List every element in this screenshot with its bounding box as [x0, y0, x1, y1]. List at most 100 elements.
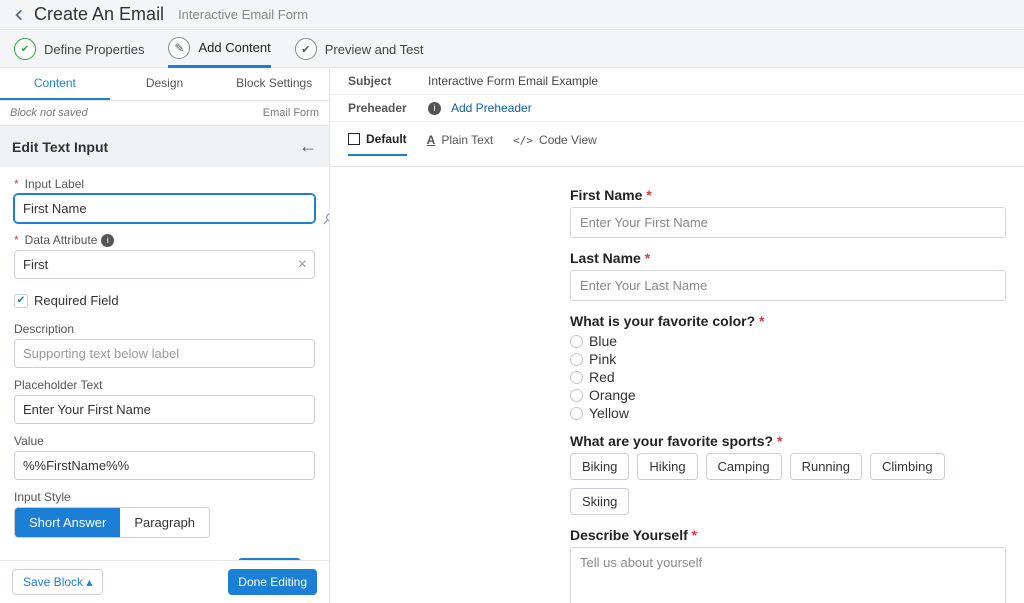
info-icon: i	[428, 102, 441, 115]
right-panel: Subject Interactive Form Email Example P…	[330, 68, 1024, 603]
pill-option[interactable]: Climbing	[870, 453, 945, 480]
block-status-text: Block not saved	[10, 107, 88, 119]
preheader-row: Preheader i Add Preheader	[330, 95, 1024, 122]
field-label: Value	[14, 434, 315, 448]
wizard-step-preview[interactable]: Preview and Test	[295, 38, 424, 66]
done-editing-button[interactable]: Done Editing	[228, 569, 317, 595]
placeholder-text-input[interactable]: Enter Your First Name	[14, 395, 315, 424]
wizard-steps: Define Properties Add Content Preview an…	[0, 30, 1024, 68]
block-type-label: Email Form	[263, 107, 319, 119]
page-title: Create An Email	[34, 4, 164, 25]
panel-header: Edit Text Input ←	[0, 126, 329, 167]
pill-option[interactable]: Running	[790, 453, 862, 480]
field-placeholder-text: Placeholder Text Enter Your First Name	[14, 378, 315, 424]
field-label: Description	[14, 322, 315, 336]
required-field-row[interactable]: ✔ Required Field	[14, 289, 315, 312]
text-icon: A	[427, 133, 436, 147]
field-description: Description Supporting text below label	[14, 322, 315, 368]
required-field-label: Required Field	[34, 293, 119, 308]
pill-option[interactable]: Hiking	[637, 453, 697, 480]
save-block-button[interactable]: Save Block ▴	[12, 569, 103, 595]
subject-value[interactable]: Interactive Form Email Example	[428, 74, 598, 88]
preview-label: What are your favorite sports? *	[570, 433, 1006, 449]
field-label: Placeholder Text	[14, 378, 315, 392]
left-panel: Content Design Block Settings Block not …	[0, 68, 330, 603]
info-icon: i	[101, 234, 114, 247]
radio-icon	[570, 389, 583, 402]
link-icon: ⚲	[318, 208, 329, 230]
page-subtitle: Interactive Email Form	[178, 7, 308, 22]
input-label-input[interactable]: First Name	[14, 194, 315, 223]
check-circle-outline-icon	[295, 38, 317, 60]
pill-option[interactable]: Biking	[570, 453, 629, 480]
wizard-step-label: Add Content	[198, 40, 270, 55]
preview-label: First Name *	[570, 187, 1006, 203]
field-value: Value %%FirstName%%	[14, 434, 315, 480]
panel-title: Edit Text Input	[12, 139, 108, 155]
field-label: *Data Attributei	[14, 233, 315, 247]
wizard-step-define[interactable]: Define Properties	[14, 38, 144, 66]
view-tabs: Default A Plain Text </> Code View	[330, 122, 1024, 167]
radio-item[interactable]: Yellow	[570, 405, 1006, 421]
add-preheader-link[interactable]: Add Preheader	[451, 101, 532, 115]
block-status-bar: Block not saved Email Form	[0, 101, 329, 126]
left-footer: Save Block ▴ Done Editing	[0, 560, 329, 603]
radio-item[interactable]: Blue	[570, 333, 1006, 349]
clear-icon[interactable]: ×	[298, 256, 307, 274]
description-input[interactable]: Supporting text below label	[14, 339, 315, 368]
checkbox-icon[interactable]: ✔	[14, 294, 28, 308]
panel-back-arrow-icon[interactable]: ←	[299, 136, 317, 157]
seg-paragraph[interactable]: Paragraph	[120, 508, 209, 537]
panel-body: *Input Label First Name ⚲ *Data Attribut…	[0, 167, 329, 560]
field-label: *Input Label	[14, 177, 315, 191]
value-input[interactable]: %%FirstName%%	[14, 451, 315, 480]
preview-label: Last Name *	[570, 250, 1006, 266]
tab-content[interactable]: Content	[0, 68, 110, 100]
email-preview: First Name * Enter Your First Name Last …	[330, 167, 1024, 603]
pill-row: Biking Hiking Camping Running Climbing S…	[570, 453, 1006, 515]
preview-first-name-input[interactable]: Enter Your First Name	[570, 207, 1006, 238]
preview-first-name: First Name * Enter Your First Name	[570, 187, 1006, 238]
field-data-attribute: *Data Attributei First ×	[14, 233, 315, 279]
code-icon: </>	[513, 134, 533, 147]
page-header: Create An Email Interactive Email Form	[0, 0, 1024, 30]
check-circle-icon	[14, 38, 36, 60]
preview-label: What is your favorite color? *	[570, 313, 1006, 329]
preview-last-name: Last Name * Enter Your Last Name	[570, 250, 1006, 301]
field-input-style: Input Style Short Answer Paragraph	[14, 490, 315, 538]
left-tabs: Content Design Block Settings	[0, 68, 329, 101]
tab-design[interactable]: Design	[110, 68, 220, 100]
radio-icon	[570, 335, 583, 348]
pill-option[interactable]: Skiing	[570, 488, 629, 515]
tab-plain-text[interactable]: A Plain Text	[427, 132, 493, 156]
preheader-label: Preheader	[348, 101, 428, 115]
preview-label: Describe Yourself *	[570, 527, 1006, 543]
radio-item[interactable]: Red	[570, 369, 1006, 385]
subject-label: Subject	[348, 74, 428, 88]
wizard-step-label: Preview and Test	[325, 42, 424, 57]
wizard-step-content[interactable]: Add Content	[168, 37, 270, 68]
data-attribute-input[interactable]: First	[14, 250, 315, 279]
input-style-segmented: Short Answer Paragraph	[14, 507, 210, 538]
radio-list: Blue Pink Red Orange Yellow	[570, 333, 1006, 421]
subject-row: Subject Interactive Form Email Example	[330, 68, 1024, 95]
radio-item[interactable]: Orange	[570, 387, 1006, 403]
preview-favorite-sports: What are your favorite sports? * Biking …	[570, 433, 1006, 515]
seg-short-answer[interactable]: Short Answer	[15, 508, 120, 537]
tab-code-view[interactable]: </> Code View	[513, 132, 597, 156]
radio-icon	[570, 353, 583, 366]
preview-describe-yourself: Describe Yourself * Tell us about yourse…	[570, 527, 1006, 603]
radio-icon	[570, 407, 583, 420]
field-label: Input Style	[14, 490, 315, 504]
preview-last-name-input[interactable]: Enter Your Last Name	[570, 270, 1006, 301]
pencil-circle-icon	[168, 37, 190, 59]
back-chevron-icon[interactable]	[10, 6, 28, 24]
pill-option[interactable]: Camping	[706, 453, 782, 480]
layout-icon	[348, 133, 360, 145]
tab-default[interactable]: Default	[348, 132, 407, 156]
preview-favorite-color: What is your favorite color? * Blue Pink…	[570, 313, 1006, 421]
radio-icon	[570, 371, 583, 384]
tab-block-settings[interactable]: Block Settings	[219, 68, 329, 100]
radio-item[interactable]: Pink	[570, 351, 1006, 367]
preview-describe-textarea[interactable]: Tell us about yourself	[570, 547, 1006, 603]
